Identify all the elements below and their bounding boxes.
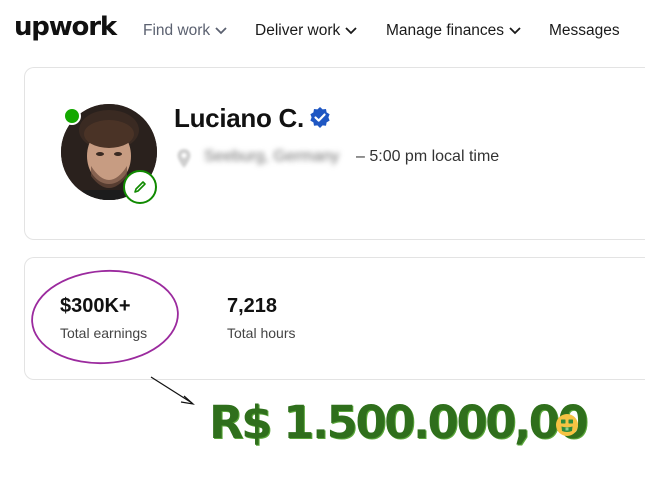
highlight-ellipse (31, 269, 179, 365)
money-mouth-face-icon (556, 414, 578, 436)
arrow-icon (150, 376, 195, 405)
converted-amount-text: R$ 1.500.000,00 (209, 396, 589, 449)
